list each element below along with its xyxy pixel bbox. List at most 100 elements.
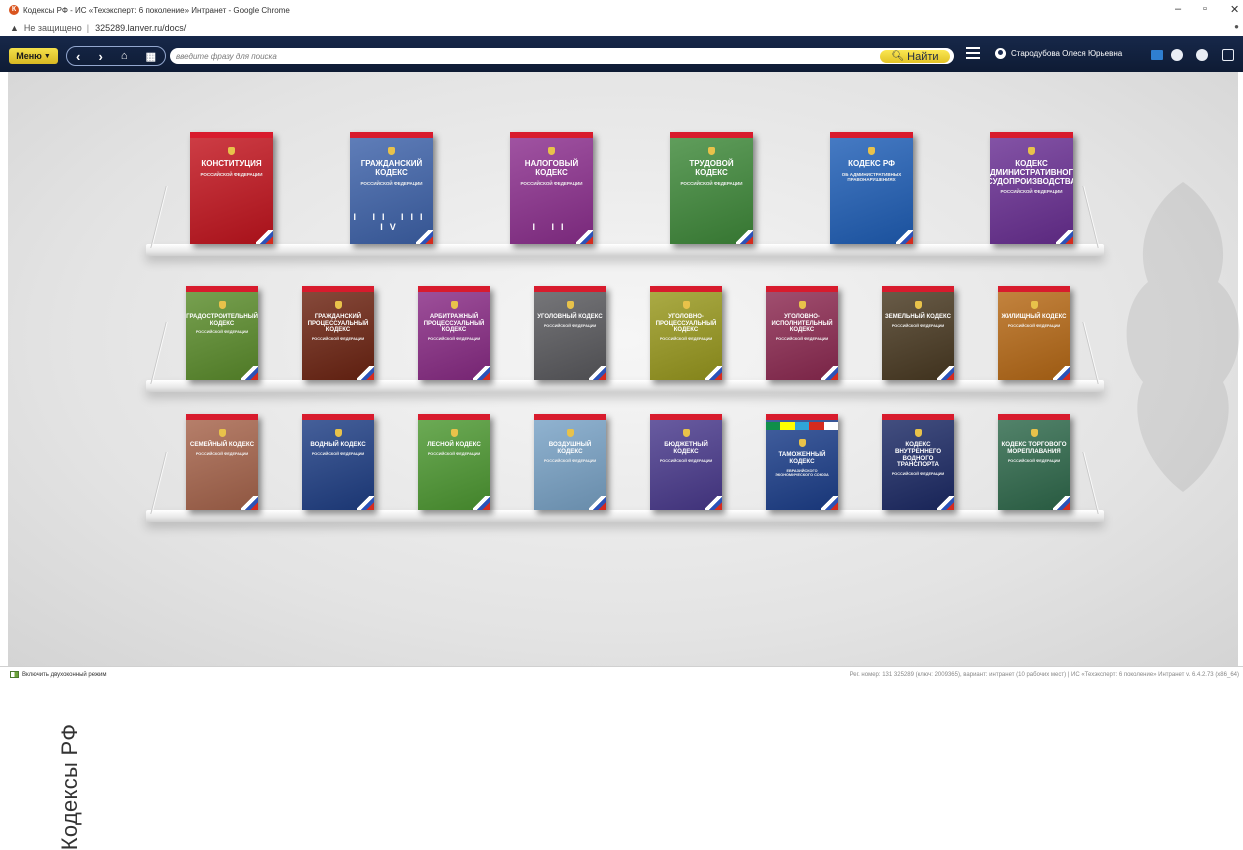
find-label: Найти — [907, 50, 939, 63]
clock-icon[interactable] — [1196, 49, 1208, 61]
home-icon[interactable]: ⌂ — [121, 50, 128, 62]
russian-flag-icon — [576, 230, 593, 244]
url-text[interactable]: 325289.lanver.ru/docs/ — [95, 23, 186, 33]
russian-flag-icon — [1053, 496, 1070, 510]
code-book[interactable]: СЕМЕЙНЫЙ КОДЕКС РОССИЙСКОЙ ФЕДЕРАЦИИ — [186, 414, 258, 510]
coat-of-arms-icon — [1030, 301, 1038, 309]
nav-pill: ‹ › ⌂ ▦ — [66, 46, 166, 66]
book-title: ТАМОЖЕННЫЙ КОДЕКС — [778, 451, 826, 465]
eagle-watermark-icon — [1126, 182, 1240, 492]
book-subtitle: ЕВРАЗИЙСКОГО ЭКОНОМИЧЕСКОГО СОЮЗА — [775, 468, 829, 477]
book-subtitle: РОССИЙСКОЙ ФЕДЕРАЦИИ — [311, 336, 365, 341]
coat-of-arms-icon — [450, 301, 458, 309]
code-book[interactable]: КОДЕКС ВНУТРЕННЕГО ВОДНОГО ТРАНСПОРТА РОС… — [882, 414, 954, 510]
coat-of-arms-icon — [218, 429, 226, 437]
book-title: ГРАЖДАНСКИЙ ПРОЦЕССУАЛЬНЫЙ КОДЕКС — [307, 314, 369, 334]
code-book[interactable]: ЛЕСНОЙ КОДЕКС РОССИЙСКОЙ ФЕДЕРАЦИИ — [418, 414, 490, 510]
search-box: 🔍︎ Найти — [170, 48, 954, 64]
book-subtitle: РОССИЙСКОЙ ФЕДЕРАЦИИ — [200, 171, 263, 177]
search-input[interactable] — [176, 48, 866, 64]
dual-mode-toggle[interactable]: Включить двухоконный режим — [10, 671, 107, 678]
coat-of-arms-icon — [868, 147, 875, 155]
book-title: ЖИЛИЩНЫЙ КОДЕКС — [1001, 314, 1067, 320]
code-book[interactable]: ВОДНЫЙ КОДЕКС РОССИЙСКОЙ ФЕДЕРАЦИИ — [302, 414, 374, 510]
code-book[interactable]: ЖИЛИЩНЫЙ КОДЕКС РОССИЙСКОЙ ФЕДЕРАЦИИ — [998, 286, 1070, 380]
shelf-bracket — [1082, 186, 1100, 248]
russian-flag-icon — [473, 366, 490, 380]
code-book[interactable]: ГРАДОСТРОИТЕЛЬНЫЙ КОДЕКС РОССИЙСКОЙ ФЕДЕР… — [186, 286, 258, 380]
status-bar: Включить двухоконный режим Рег. номер: 1… — [0, 666, 1243, 682]
code-book[interactable]: ГРАЖДАНСКИЙ ПРОЦЕССУАЛЬНЫЙ КОДЕКС РОССИЙС… — [302, 286, 374, 380]
code-book[interactable]: КОДЕКС АДМИНИСТРАТИВНОГО СУДОПРОИЗВОДСТВ… — [990, 132, 1073, 244]
book-subtitle: РОССИЙСКОЙ ФЕДЕРАЦИИ — [543, 458, 597, 463]
code-book[interactable]: УГОЛОВНО-ИСПОЛНИТЕЛЬНЫЙ КОДЕКС РОССИЙСКОЙ… — [766, 286, 838, 380]
book-top-band — [534, 286, 606, 292]
code-book[interactable]: НАЛОГОВЫЙ КОДЕКС РОССИЙСКОЙ ФЕДЕРАЦИИ I II — [510, 132, 593, 244]
code-book[interactable]: КОНСТИТУЦИЯ РОССИЙСКОЙ ФЕДЕРАЦИИ — [190, 132, 273, 244]
shelf-bracket — [150, 322, 168, 384]
book-subtitle: РОССИЙСКОЙ ФЕДЕРАЦИИ — [1000, 189, 1063, 195]
book-top-band — [766, 414, 838, 420]
code-book[interactable]: АРБИТРАЖНЫЙ ПРОЦЕССУАЛЬНЫЙ КОДЕКС РОССИЙС… — [418, 286, 490, 380]
address-bar[interactable]: ▲ Не защищено | 325289.lanver.ru/docs/ ● — [0, 20, 1243, 36]
code-book[interactable]: УГОЛОВНЫЙ КОДЕКС РОССИЙСКОЙ ФЕДЕРАЦИИ — [534, 286, 606, 380]
warning-icon: ▲ — [10, 23, 19, 33]
russian-flag-icon — [357, 496, 374, 510]
search-icon: 🔍︎ — [891, 51, 905, 62]
code-book[interactable]: ГРАЖДАНСКИЙ КОДЕКС РОССИЙСКОЙ ФЕДЕРАЦИИ I … — [350, 132, 433, 244]
code-book[interactable]: БЮДЖЕТНЫЙ КОДЕКС РОССИЙСКОЙ ФЕДЕРАЦИИ — [650, 414, 722, 510]
book-top-band — [190, 132, 273, 138]
book-title: ЛЕСНОЙ КОДЕКС — [427, 441, 481, 448]
book-subtitle: РОССИЙСКОЙ ФЕДЕРАЦИИ — [659, 336, 713, 341]
book-top-band — [998, 414, 1070, 420]
russian-flag-icon — [705, 496, 722, 510]
minimize-icon[interactable]: – — [1175, 3, 1181, 15]
page-title: Кодексы РФ — [57, 723, 82, 850]
code-book[interactable]: ТАМОЖЕННЫЙ КОДЕКС ЕВРАЗИЙСКОГО ЭКОНОМИЧЕС… — [766, 414, 838, 510]
book-top-band — [186, 414, 258, 420]
coat-of-arms-icon — [218, 301, 226, 309]
back-icon[interactable]: ‹ — [76, 49, 80, 64]
code-book[interactable]: КОДЕКС ТОРГОВОГО МОРЕПЛАВАНИЯ РОССИЙСКОЙ … — [998, 414, 1070, 510]
find-button[interactable]: 🔍︎ Найти — [880, 50, 950, 63]
russian-flag-icon — [473, 496, 490, 510]
check-icon[interactable] — [1171, 49, 1183, 61]
book-top-band — [650, 286, 722, 292]
code-book[interactable]: УГОЛОВНО-ПРОЦЕССУАЛЬНЫЙ КОДЕКС РОССИЙСКОЙ… — [650, 286, 722, 380]
code-book[interactable]: ВОЗДУШНЫЙ КОДЕКС РОССИЙСКОЙ ФЕДЕРАЦИИ — [534, 414, 606, 510]
coat-of-arms-icon — [566, 429, 574, 437]
chat-icon[interactable] — [1222, 49, 1234, 61]
close-icon[interactable]: ✕ — [1230, 3, 1239, 16]
code-book[interactable]: КОДЕКС РФ ОБ АДМИНИСТРАТИВНЫХ ПРАВОНАРУШЕ… — [830, 132, 913, 244]
restore-icon[interactable]: ▫ — [1203, 3, 1207, 15]
coat-of-arms-icon — [914, 301, 922, 309]
user-profile[interactable]: Стародубова Олеся Юрьевна — [995, 48, 1122, 59]
forward-icon[interactable]: › — [98, 49, 102, 64]
book-top-band — [534, 414, 606, 420]
grid-icon[interactable]: ▦ — [146, 50, 156, 63]
menu-button[interactable]: Меню ▼ — [9, 48, 58, 64]
book-title: КОДЕКС АДМИНИСТРАТИВНОГО СУДОПРОИЗВОДСТВ… — [990, 159, 1073, 186]
code-book[interactable]: ТРУДОВОЙ КОДЕКС РОССИЙСКОЙ ФЕДЕРАЦИИ — [670, 132, 753, 244]
russian-flag-icon — [937, 366, 954, 380]
code-book[interactable]: ЗЕМЕЛЬНЫЙ КОДЕКС РОССИЙСКОЙ ФЕДЕРАЦИИ — [882, 286, 954, 380]
extension-icon[interactable]: ● — [1234, 22, 1239, 31]
book-subtitle: РОССИЙСКОЙ ФЕДЕРАЦИИ — [659, 458, 713, 463]
russian-flag-icon — [357, 366, 374, 380]
russian-flag-icon — [896, 230, 913, 244]
coat-of-arms-icon — [1030, 429, 1038, 437]
book-subtitle: РОССИЙСКОЙ ФЕДЕРАЦИИ — [195, 451, 249, 456]
hamburger-menu-icon[interactable] — [966, 47, 980, 61]
shelf-bracket — [1082, 452, 1100, 514]
menu-label: Меню — [16, 51, 42, 61]
russian-flag-icon — [821, 496, 838, 510]
registration-info: Рег. номер: 131 325289 (ключ: 2009365), … — [849, 672, 1239, 678]
coat-of-arms-icon — [388, 147, 395, 155]
book-title: УГОЛОВНО-ПРОЦЕССУАЛЬНЫЙ КОДЕКС — [655, 314, 717, 334]
coat-of-arms-icon — [682, 301, 690, 309]
book-title: КОДЕКС ТОРГОВОГО МОРЕПЛАВАНИЯ — [1001, 441, 1067, 455]
separator: | — [86, 23, 90, 33]
coat-of-arms-icon — [334, 429, 342, 437]
folder-icon[interactable] — [1151, 50, 1163, 60]
book-title: АРБИТРАЖНЫЙ ПРОЦЕССУАЛЬНЫЙ КОДЕКС — [423, 314, 485, 334]
